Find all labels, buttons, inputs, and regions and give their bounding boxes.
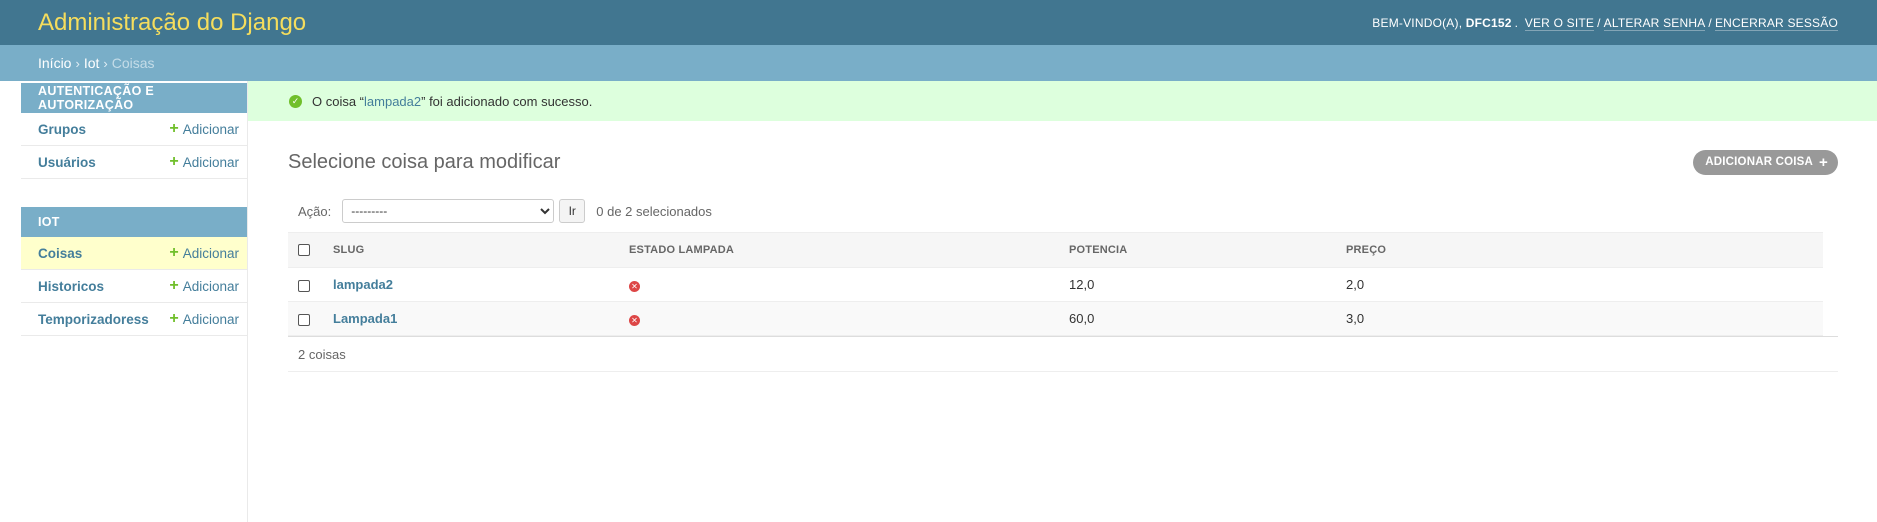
plus-icon: + [169, 244, 179, 261]
row-checkbox-cell [288, 267, 333, 302]
column-estado-lampada[interactable]: ESTADO LAMPADA [629, 232, 1069, 268]
row-checkbox[interactable] [298, 313, 310, 326]
breadcrumb-separator: › [75, 55, 80, 71]
message-object-link[interactable]: lampada2 [364, 94, 421, 109]
preco-cell: 3,0 [1346, 301, 1823, 336]
module-caption-iot[interactable]: IOT [21, 207, 247, 237]
check-circle-icon: ✓ [289, 94, 302, 108]
add-coisas-link[interactable]: + Adicionar [169, 245, 239, 261]
select-all-checkbox[interactable] [298, 244, 310, 257]
module-caption-auth[interactable]: AUTENTICAÇÃO E AUTORIZAÇÃO [21, 83, 247, 113]
plus-icon: + [169, 153, 179, 170]
sidebar-link-coisas[interactable]: Coisas [38, 246, 82, 261]
change-password-link[interactable]: ALTERAR SENHA [1603, 15, 1706, 31]
sidebar-item-coisas: Coisas + Adicionar [21, 237, 247, 270]
add-coisa-label: ADICIONAR COISA [1705, 156, 1814, 168]
add-label: Adicionar [182, 154, 239, 170]
add-grupos-link[interactable]: + Adicionar [169, 121, 239, 137]
sidebar-link-temporizadoress[interactable]: Temporizadoress [38, 312, 149, 327]
paginator: 2 coisas [288, 336, 1838, 372]
actions-bar: Ação: --------- Ir 0 de 2 selecionados [288, 197, 1838, 225]
breadcrumb-current: Coisas [111, 55, 155, 71]
sidebar-item-temporizadoress: Temporizadoress + Adicionar [21, 303, 247, 336]
content-main: Selecione coisa para modificar ADICIONAR… [248, 145, 1877, 372]
row-checkbox[interactable] [298, 279, 310, 292]
preco-cell: 2,0 [1346, 267, 1823, 302]
add-coisa-button[interactable]: ADICIONAR COISA + [1693, 149, 1838, 175]
sidebar-item-grupos: Grupos + Adicionar [21, 113, 247, 146]
slug-cell: lampada2 [333, 267, 629, 302]
user-tools: BEM-VINDO(A), DFC152. VER O SITE / ALTERAR… [1372, 15, 1838, 31]
success-message: ✓ O coisa “lampada2” foi adicionado com … [248, 81, 1877, 121]
header: Administração do Django BEM-VINDO(A), DF… [0, 0, 1877, 45]
column-preco[interactable]: PREÇO [1346, 232, 1823, 268]
slug-link[interactable]: lampada2 [333, 277, 393, 292]
column-slug[interactable]: SLUG [333, 232, 629, 268]
estado-cell: ✕ [629, 301, 1069, 336]
false-icon: ✕ [629, 281, 640, 292]
action-select[interactable]: --------- [342, 199, 555, 223]
slug-cell: Lampada1 [333, 301, 629, 336]
content: ✓ O coisa “lampada2” foi adicionado com … [248, 81, 1877, 522]
plus-icon: + [169, 310, 179, 327]
table-row: lampada2 ✕ 12,0 2,0 [288, 267, 1823, 302]
page-title: Selecione coisa para modificar [288, 150, 561, 173]
potencia-cell: 60,0 [1069, 301, 1346, 336]
view-site-link[interactable]: VER O SITE [1524, 15, 1595, 31]
selection-counter: 0 de 2 selecionados [596, 203, 712, 219]
slug-link[interactable]: Lampada1 [333, 311, 397, 326]
username: DFC152 [1465, 15, 1512, 30]
plus-icon: + [169, 120, 179, 137]
action-label: Ação: [298, 203, 332, 219]
breadcrumb-home[interactable]: Início [38, 55, 71, 71]
plus-icon: + [1819, 153, 1828, 171]
breadcrumb-separator: › [103, 55, 108, 71]
add-label: Adicionar [182, 121, 239, 137]
nav-sidebar: AUTENTICAÇÃO E AUTORIZAÇÃO Grupos + Adici… [0, 81, 248, 522]
false-icon: ✕ [629, 315, 640, 326]
table-header-row: SLUG ESTADO LAMPADA POTENCIA PREÇO [288, 232, 1823, 268]
add-label: Adicionar [182, 245, 239, 261]
add-usuarios-link[interactable]: + Adicionar [169, 154, 239, 170]
logout-link[interactable]: ENCERRAR SESSÃO [1714, 15, 1838, 31]
result-list-table: SLUG ESTADO LAMPADA POTENCIA PREÇO lampa… [288, 232, 1823, 336]
row-checkbox-cell [288, 301, 333, 336]
column-potencia[interactable]: POTENCIA [1069, 232, 1346, 268]
welcome-text: BEM-VINDO(A), [1372, 15, 1463, 30]
select-all-cell [288, 232, 333, 268]
add-label: Adicionar [182, 311, 239, 327]
module-auth: AUTENTICAÇÃO E AUTORIZAÇÃO Grupos + Adici… [21, 83, 247, 179]
table-row: Lampada1 ✕ 60,0 3,0 [288, 301, 1823, 336]
plus-icon: + [169, 277, 179, 294]
add-label: Adicionar [182, 278, 239, 294]
message-suffix: ” foi adicionado com sucesso. [421, 93, 593, 109]
sidebar-item-usuarios: Usuários + Adicionar [21, 146, 247, 179]
message-prefix: O coisa “ [312, 93, 365, 109]
module-iot: IOT Coisas + Adicionar Historicos + Adicio… [21, 207, 247, 336]
go-button[interactable]: Ir [559, 199, 586, 223]
site-branding[interactable]: Administração do Django [38, 9, 306, 37]
sidebar-link-grupos[interactable]: Grupos [38, 122, 86, 137]
sidebar-link-historicos[interactable]: Historicos [38, 279, 104, 294]
estado-cell: ✕ [629, 267, 1069, 302]
sidebar-link-usuarios[interactable]: Usuários [38, 155, 96, 170]
add-historicos-link[interactable]: + Adicionar [169, 278, 239, 294]
add-temporizadoress-link[interactable]: + Adicionar [169, 311, 239, 327]
potencia-cell: 12,0 [1069, 267, 1346, 302]
sidebar-item-historicos: Historicos + Adicionar [21, 270, 247, 303]
breadcrumb-app[interactable]: Iot [84, 55, 100, 71]
breadcrumb: Início › Iot › Coisas [0, 45, 1877, 81]
